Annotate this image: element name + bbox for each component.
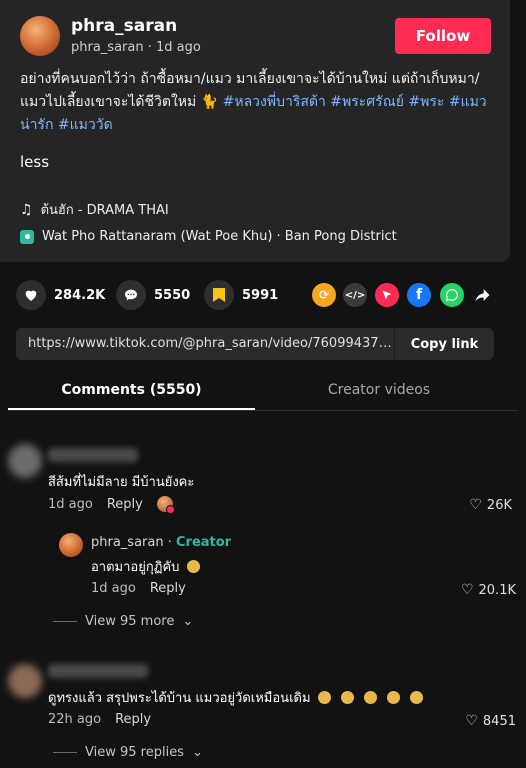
reply-meta: 1d ago Reply — [91, 581, 186, 596]
grinning-sweat-emoji — [363, 691, 377, 704]
chevron-down-icon: ⌄ — [191, 745, 203, 760]
hashtag-link[interactable]: #หลวงพี่บาริสต้า — [223, 94, 326, 110]
creator-badge: Creator — [176, 535, 232, 550]
reply-likes[interactable]: ♡ 20.1K — [461, 582, 516, 598]
follow-button[interactable]: Follow — [395, 18, 491, 54]
location-pin-icon — [20, 229, 34, 244]
whatsapp-icon[interactable] — [440, 283, 464, 307]
reply-text: อาตมาอยู่กุฏิคับ — [91, 560, 180, 575]
post-caption: อย่างที่คนบอกไว้ว่า ถ้าซื้อหมา/แมว มาเลี… — [20, 68, 500, 137]
author-handle[interactable]: phra_saran — [71, 40, 144, 55]
reply-author-avatar[interactable] — [59, 533, 83, 557]
post-time: 1d ago — [156, 40, 201, 55]
grinning-sweat-emoji — [410, 691, 424, 704]
reply-button[interactable]: Reply — [107, 497, 143, 512]
share-url-box: https://www.tiktok.com/@phra_saran/video… — [16, 328, 494, 360]
comment-like-count: 26K — [486, 497, 512, 513]
hashtag-link[interactable]: #แมววัด — [58, 117, 113, 133]
commenter-name[interactable] — [48, 448, 138, 462]
heart-icon[interactable] — [16, 280, 46, 310]
sad-face-emoji — [387, 691, 401, 704]
heart-outline-icon[interactable]: ♡ — [461, 582, 474, 598]
comment-meta: 1d ago Reply — [48, 496, 175, 514]
send-icon[interactable] — [375, 283, 399, 307]
comment-bubble-icon[interactable] — [116, 280, 146, 310]
comment-text: ดูทรงแล้ว สรุปพระได้บ้าน แมวอยู่วัดเหมือ… — [48, 691, 311, 706]
meta-separator: · — [147, 40, 156, 55]
view-more-line — [53, 752, 77, 753]
share-url-field[interactable]: https://www.tiktok.com/@phra_saran/video… — [16, 328, 394, 360]
heart-outline-icon[interactable]: ♡ — [469, 497, 482, 513]
grinning-sweat-emoji — [186, 560, 200, 573]
location-name[interactable]: Wat Pho Rattanaram (Wat Poe Khu) · Ban P… — [42, 229, 397, 244]
location-row[interactable]: Wat Pho Rattanaram (Wat Poe Khu) · Ban P… — [20, 229, 397, 244]
copy-link-button[interactable]: Copy link — [394, 328, 494, 360]
grinning-sweat-emoji — [317, 691, 331, 704]
comment-text: สีส้มที่ไม่มีลาย มีบ้านยังคะ — [48, 475, 195, 490]
sad-face-emoji — [340, 691, 354, 704]
comment-action[interactable]: 5550 — [116, 280, 190, 310]
reply-text-line: อาตมาอยู่กุฏิคับ — [91, 556, 203, 577]
view-more-label[interactable]: View 95 more — [85, 614, 174, 629]
view-more-replies[interactable]: View 95 more ⌄ — [53, 614, 193, 629]
save-action[interactable]: 5991 — [204, 280, 278, 310]
comment-text-line: ดูทรงแล้ว สรุปพระได้บ้าน แมวอยู่วัดเหมือ… — [48, 687, 426, 708]
commenter-avatar[interactable] — [8, 444, 42, 478]
comment-like-count: 8451 — [482, 713, 516, 729]
reply-like-count: 20.1K — [478, 582, 516, 598]
comment-meta: 22h ago Reply — [48, 712, 151, 727]
reply-button[interactable]: Reply — [115, 712, 151, 727]
comment-likes[interactable]: ♡ 26K — [469, 497, 512, 513]
creator-liked-avatar — [156, 496, 175, 514]
reply-author-name[interactable]: phra_saran — [91, 535, 164, 550]
author-meta: phra_saran · 1d ago — [71, 40, 201, 55]
like-count: 284.2K — [54, 287, 106, 303]
author-name[interactable]: phra_saran — [71, 16, 177, 36]
view-more-line — [53, 621, 77, 622]
comment-likes[interactable]: ♡ 8451 — [465, 713, 516, 729]
comment-count: 5550 — [154, 287, 191, 303]
music-title[interactable]: ต้นฮัก - DRAMA THAI — [41, 199, 169, 220]
reply-time: 1d ago — [91, 581, 136, 596]
like-action[interactable]: 284.2K — [16, 280, 105, 310]
commenter-name[interactable] — [48, 664, 148, 678]
meta-separator: · — [167, 535, 176, 550]
embed-code-icon[interactable]: </> — [343, 283, 367, 307]
less-toggle[interactable]: less — [20, 153, 49, 171]
bookmark-icon[interactable] — [204, 280, 234, 310]
repost-icon[interactable]: ⟳ — [312, 283, 336, 307]
tab-comments[interactable]: Comments (5550) — [8, 382, 255, 398]
save-count: 5991 — [242, 287, 279, 303]
reply-button[interactable]: Reply — [150, 581, 186, 596]
chevron-down-icon: ⌄ — [182, 614, 194, 629]
share-arrow-icon[interactable] — [472, 285, 492, 309]
view-replies[interactable]: View 95 replies ⌄ — [53, 745, 203, 760]
tab-creator-videos[interactable]: Creator videos — [255, 382, 503, 398]
comment-time: 22h ago — [48, 712, 102, 727]
music-note-icon: ♫ — [20, 201, 33, 218]
reply-author-line: phra_saran · Creator — [91, 535, 231, 550]
music-row[interactable]: ♫ ต้นฮัก - DRAMA THAI — [20, 199, 169, 220]
hashtag-link[interactable]: #พระศรัณย์ — [330, 94, 404, 110]
commenter-avatar[interactable] — [8, 664, 42, 698]
view-replies-label[interactable]: View 95 replies — [85, 745, 184, 760]
comment-time: 1d ago — [48, 496, 93, 512]
tabs-divider — [8, 410, 518, 411]
hashtag-link[interactable]: #พระ — [408, 94, 444, 110]
author-avatar[interactable] — [20, 16, 60, 56]
facebook-icon[interactable]: f — [407, 283, 431, 307]
heart-outline-icon[interactable]: ♡ — [465, 713, 478, 729]
